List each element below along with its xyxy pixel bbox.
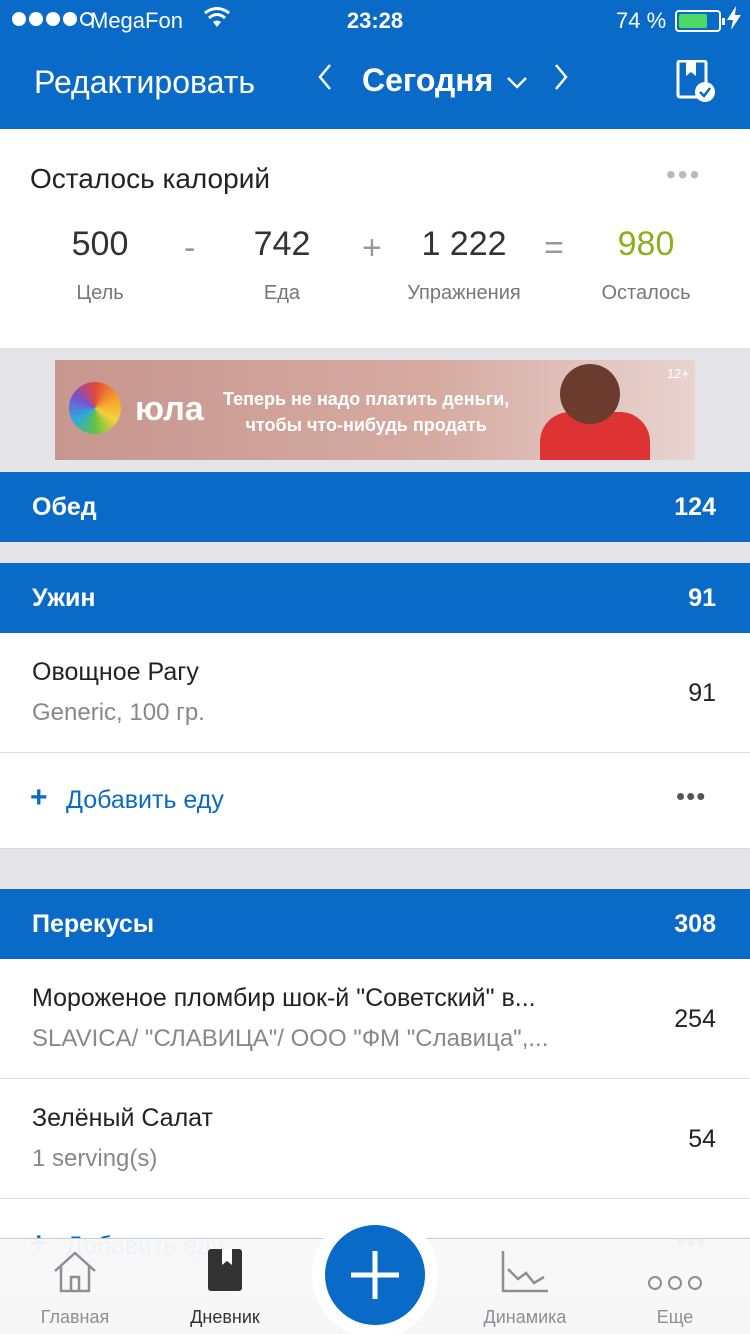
- food-label: Еда: [263, 282, 301, 304]
- food-detail: SLAVICA/ "СЛАВИЦА"/ ООО "ФМ "Славица",..…: [32, 1025, 549, 1052]
- edit-button[interactable]: Редактировать: [34, 64, 255, 101]
- exercise-label: Упражнения: [407, 282, 521, 304]
- goal-value: 500: [71, 225, 129, 263]
- status-bar: MegaFon 23:28 74 %: [0, 0, 750, 40]
- more-dots-icon: [600, 1239, 750, 1293]
- food-name: Овощное Рагу: [32, 658, 199, 686]
- ad-logo-icon: [69, 382, 121, 434]
- food-item-row[interactable]: Мороженое пломбир шок-й "Советский" в...…: [0, 959, 750, 1079]
- card-title: Осталось калорий: [30, 163, 270, 194]
- food-item-row[interactable]: Зелёный Салат 1 serving(s) 54: [0, 1079, 750, 1199]
- section-calories: 308: [674, 910, 716, 938]
- quick-add-button[interactable]: [325, 1225, 425, 1325]
- goal-label: Цель: [76, 282, 124, 304]
- add-food-label: Добавить еду: [66, 786, 224, 814]
- top-bar: MegaFon 23:28 74 % Редактировать Сегодня: [0, 0, 750, 129]
- exercise-value: 1 222: [421, 225, 507, 263]
- ad-brand: юла: [135, 390, 204, 428]
- tab-home[interactable]: Главная: [0, 1239, 150, 1334]
- diary-complete-icon[interactable]: [676, 59, 716, 102]
- charging-icon: [727, 6, 741, 36]
- tab-label: Динамика: [483, 1307, 567, 1327]
- more-options-icon[interactable]: •••: [666, 159, 701, 191]
- date-title[interactable]: Сегодня: [362, 62, 493, 99]
- food-detail: Generic, 100 гр.: [32, 699, 205, 726]
- next-day-button[interactable]: [552, 62, 570, 101]
- plus-icon: +: [30, 781, 48, 814]
- calories-remaining-card[interactable]: Осталось калорий ••• 500 Цель - 742 Еда …: [0, 129, 750, 348]
- section-header-dinner[interactable]: Ужин 91: [0, 563, 750, 633]
- food-calories: 254: [674, 1005, 716, 1033]
- section-title: Обед: [32, 493, 97, 521]
- tab-label: Еще: [656, 1307, 694, 1327]
- ad-age-badge: 12+: [666, 366, 689, 381]
- add-food-button[interactable]: + Добавить еду •••: [0, 753, 750, 849]
- section-header-snacks[interactable]: Перекусы 308: [0, 889, 750, 959]
- more-options-icon[interactable]: •••: [676, 781, 706, 812]
- ad-text-line-2: чтобы что-нибудь продать: [245, 415, 487, 435]
- remaining-value: 980: [617, 225, 675, 263]
- tab-progress[interactable]: Динамика: [450, 1239, 600, 1334]
- food-name: Мороженое пломбир шок-й "Советский" в...: [32, 984, 536, 1012]
- section-title: Ужин: [32, 584, 96, 612]
- tab-label: Главная: [40, 1307, 110, 1327]
- chart-icon: [450, 1239, 600, 1293]
- food-item-row[interactable]: Овощное Рагу Generic, 100 гр. 91: [0, 633, 750, 753]
- tab-label: Дневник: [190, 1307, 260, 1327]
- food-column: 742 Еда: [192, 225, 372, 305]
- exercise-column: 1 222 Упражнения: [374, 225, 554, 305]
- section-calories: 91: [688, 584, 716, 612]
- chevron-down-icon[interactable]: [506, 70, 528, 96]
- tab-more[interactable]: Еще: [600, 1239, 750, 1334]
- food-detail: 1 serving(s): [32, 1145, 158, 1172]
- ad-person-head: [560, 364, 620, 424]
- remaining-column: 980 Осталось: [556, 225, 736, 305]
- plus-icon: [351, 1251, 399, 1299]
- section-title: Перекусы: [32, 910, 155, 938]
- food-calories: 91: [688, 679, 716, 707]
- battery-percent: 74 %: [616, 8, 667, 33]
- section-calories: 124: [674, 493, 716, 521]
- food-name: Зелёный Салат: [32, 1104, 213, 1132]
- ad-text-line-1: Теперь не надо платить деньги,: [223, 389, 510, 409]
- diary-icon: [150, 1239, 300, 1293]
- food-value: 742: [253, 225, 311, 263]
- ad-text: Теперь не надо платить деньги, чтобы что…: [223, 386, 509, 438]
- home-icon: [0, 1239, 150, 1293]
- ad-banner[interactable]: юла Теперь не надо платить деньги, чтобы…: [55, 360, 695, 460]
- section-header-lunch[interactable]: Обед 124: [0, 472, 750, 542]
- food-calories: 54: [688, 1125, 716, 1153]
- goal-column: 500 Цель: [10, 225, 190, 305]
- previous-day-button[interactable]: [316, 62, 334, 101]
- remaining-label: Осталось: [601, 282, 691, 304]
- battery-icon: [675, 10, 725, 32]
- tab-diary[interactable]: Дневник: [150, 1239, 300, 1334]
